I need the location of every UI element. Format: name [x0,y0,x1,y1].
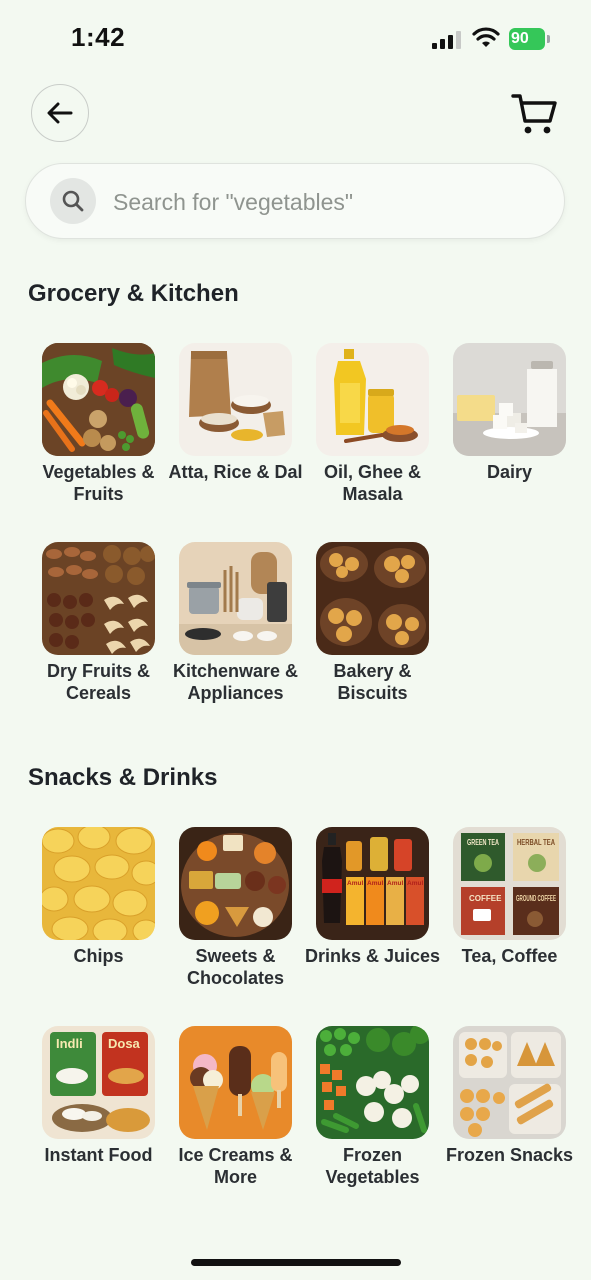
bakery-biscuits-image [316,542,429,655]
home-indicator[interactable] [191,1259,401,1266]
category-label: Dairy [486,462,533,482]
dairy-image [453,343,566,456]
amul-text: Amul [407,880,423,887]
category-dairy[interactable]: Dairy [441,343,578,483]
frozen-snacks-image [453,1026,566,1139]
category-frozen-snacks[interactable]: Frozen Snacks [441,1026,578,1166]
category-label: Vegetables & Fruits [42,462,155,504]
category-drinks-juices[interactable]: Amul Amul Amul Amul Drinks & Juices [304,827,441,967]
dry-fruits-cereals-image [42,542,155,655]
category-sweets-chocolates[interactable]: Sweets & Chocolates [167,827,304,989]
sweets-chocolates-image [179,827,292,940]
oil-ghee-masala-image [316,343,429,456]
ground-coffee-text: GROUND COFFEE [516,894,556,903]
section-title-snacks-drinks: Snacks & Drinks [28,764,218,791]
category-label: Kitchenware & Appliances [172,661,299,703]
status-bar: 1:42 90 [0,0,591,80]
category-label: Instant Food [44,1145,153,1165]
frozen-vegetables-image [316,1026,429,1139]
section-title-grocery-kitchen: Grocery & Kitchen [28,280,239,307]
category-label: Frozen Vegetables [325,1145,420,1187]
category-label: Bakery & Biscuits [333,661,412,703]
category-label: Oil, Ghee & Masala [323,462,422,504]
category-label: Drinks & Juices [304,946,441,966]
dosa-text: Dosa [108,1036,141,1051]
back-button[interactable] [31,84,89,142]
category-label: Dry Fruits & Cereals [46,661,151,703]
amul-text: Amul [367,880,383,887]
herbal-tea-text: HERBAL TEA [517,838,555,847]
battery-icon: 90 [509,28,551,50]
search-icon [50,178,96,224]
search-input[interactable] [111,181,535,223]
indli-text: Indli [56,1036,83,1051]
battery-level: 90 [509,28,545,50]
chips-image [42,827,155,940]
category-label: Atta, Rice & Dal [168,462,303,482]
search-bar[interactable] [25,163,565,239]
category-tea-coffee[interactable]: GREEN TEA HERBAL TEA COFFEE GROUND COFFE… [441,827,578,967]
amul-text: Amul [387,880,403,887]
atta-rice-dal-image [179,343,292,456]
kitchenware-appliances-image [179,542,292,655]
category-label: Ice Creams & More [178,1145,293,1187]
arrow-left-icon [47,102,73,124]
category-frozen-vegetables[interactable]: Frozen Vegetables [304,1026,441,1188]
category-kitchenware-appliances[interactable]: Kitchenware & Appliances [167,542,304,704]
category-vegetables-fruits[interactable]: Vegetables & Fruits [30,343,167,505]
wifi-icon [472,27,500,47]
tea-coffee-image: GREEN TEA HERBAL TEA COFFEE GROUND COFFE… [453,827,566,940]
category-bakery-biscuits[interactable]: Bakery & Biscuits [304,542,441,704]
category-chips[interactable]: Chips [30,827,167,967]
amul-text: Amul [347,880,363,887]
category-instant-food[interactable]: Indli Dosa Instant Food [30,1026,167,1166]
category-dry-fruits-cereals[interactable]: Dry Fruits & Cereals [30,542,167,704]
instant-food-image: Indli Dosa [42,1026,155,1139]
cellular-signal-icon [432,31,461,49]
status-time: 1:42 [71,22,126,52]
category-oil-ghee-masala[interactable]: Oil, Ghee & Masala [304,343,441,505]
drinks-juices-image: Amul Amul Amul Amul [316,827,429,940]
ice-creams-more-image [179,1026,292,1139]
category-label: Sweets & Chocolates [186,946,285,988]
category-ice-creams-more[interactable]: Ice Creams & More [167,1026,304,1188]
category-label: Frozen Snacks [445,1145,574,1165]
category-label: Chips [73,946,124,966]
green-tea-text: GREEN TEA [467,838,499,847]
category-label: Tea, Coffee [461,946,558,966]
cart-icon[interactable] [511,92,557,136]
coffee-text: COFFEE [469,894,502,903]
category-atta-rice-dal[interactable]: Atta, Rice & Dal [167,343,304,483]
vegetables-fruits-image [42,343,155,456]
